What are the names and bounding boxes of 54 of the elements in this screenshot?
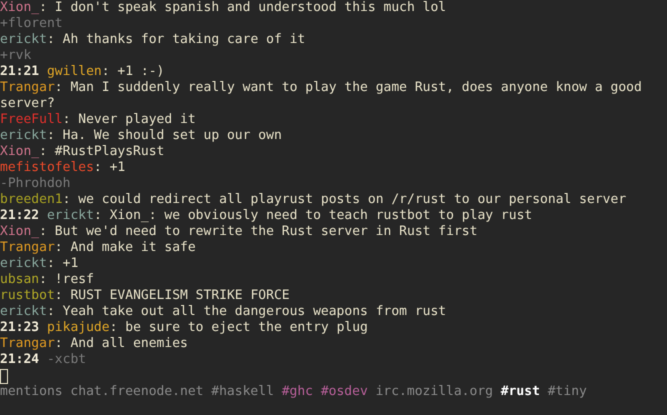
channel-tab[interactable]: irc.mozilla.org [376, 384, 493, 400]
message-text: : be sure to eject the entry plug [110, 320, 368, 335]
message-text: : I don't speak spanish and understood this much lol [39, 0, 446, 15]
message-text: : Man I suddenly really want to play the game Rust, does anyone know a good [54, 80, 642, 95]
nickname: gwillen [46, 64, 102, 79]
join-notice: +rvk [0, 48, 32, 63]
message-text: : +1 :-) [102, 64, 164, 79]
timestamp: 21:21 [0, 64, 40, 79]
message-text: : But we'd need to rewrite the Rust server in Rust first [39, 224, 478, 239]
channel-tab[interactable]: #rust [500, 384, 540, 400]
message-text: : +1 [94, 160, 126, 175]
quit-notice: -Phrohdoh [0, 176, 70, 191]
nickname: Xion_ [0, 144, 40, 159]
channel-tab[interactable]: #haskell [211, 384, 274, 400]
message-text: server? [0, 96, 55, 111]
nickname: erickt [0, 32, 47, 47]
channel-tab[interactable]: #tiny [548, 384, 587, 400]
message-text: : Never played it [62, 112, 196, 127]
channel-tab[interactable]: #osdev [320, 384, 368, 400]
nickname: rustbot [0, 288, 55, 303]
message-text: : +1 [46, 256, 78, 271]
message-text: : !resf [39, 272, 94, 287]
nickname: mefistofeles [0, 160, 94, 175]
nickname: Xion_ [0, 0, 40, 15]
message-text: : Ah thanks for taking care of it [46, 32, 306, 47]
nickname: erickt [0, 256, 47, 271]
nickname: Trangar [0, 336, 55, 351]
channel-tab[interactable]: chat.freenode.net [70, 384, 204, 400]
timestamp: 21:23 [0, 320, 40, 335]
timestamp: 21:24 [0, 352, 40, 367]
nickname: pikajude [46, 320, 110, 335]
text-cursor[interactable] [0, 369, 8, 384]
message-text: : #RustPlaysRust [39, 144, 164, 159]
nickname: breeden1 [0, 192, 63, 207]
join-notice: +florent [0, 16, 63, 31]
nickname: erickt [0, 128, 47, 143]
message-text: : And make it safe [54, 240, 196, 255]
message-text: : RUST EVANGELISM STRIKE FORCE [54, 288, 290, 303]
message-text: : Xion_: we obviously need to teach rustbot to play rust [94, 208, 532, 223]
nickname: Trangar [0, 240, 55, 255]
nickname: erickt [0, 304, 47, 319]
nickname: FreeFull [0, 112, 63, 127]
channel-tab[interactable]: mentions [0, 384, 63, 400]
channel-tab[interactable]: #ghc [282, 384, 314, 400]
nickname: ubsan [0, 272, 40, 287]
message-text: : we could redirect all playrust posts on /r/rust to our personal server [62, 192, 626, 207]
message-text: : Ha. We should set up our own [46, 128, 282, 143]
timestamp: 21:22 [0, 208, 40, 223]
nickname: erickt [46, 208, 94, 223]
message-text: : And all enemies [54, 336, 188, 351]
nickname: Xion_ [0, 224, 40, 239]
nickname: Trangar [0, 80, 55, 95]
quit-notice: -xcbt [46, 352, 86, 367]
message-text: : Yeah take out all the dangerous weapons from rust [46, 304, 446, 319]
